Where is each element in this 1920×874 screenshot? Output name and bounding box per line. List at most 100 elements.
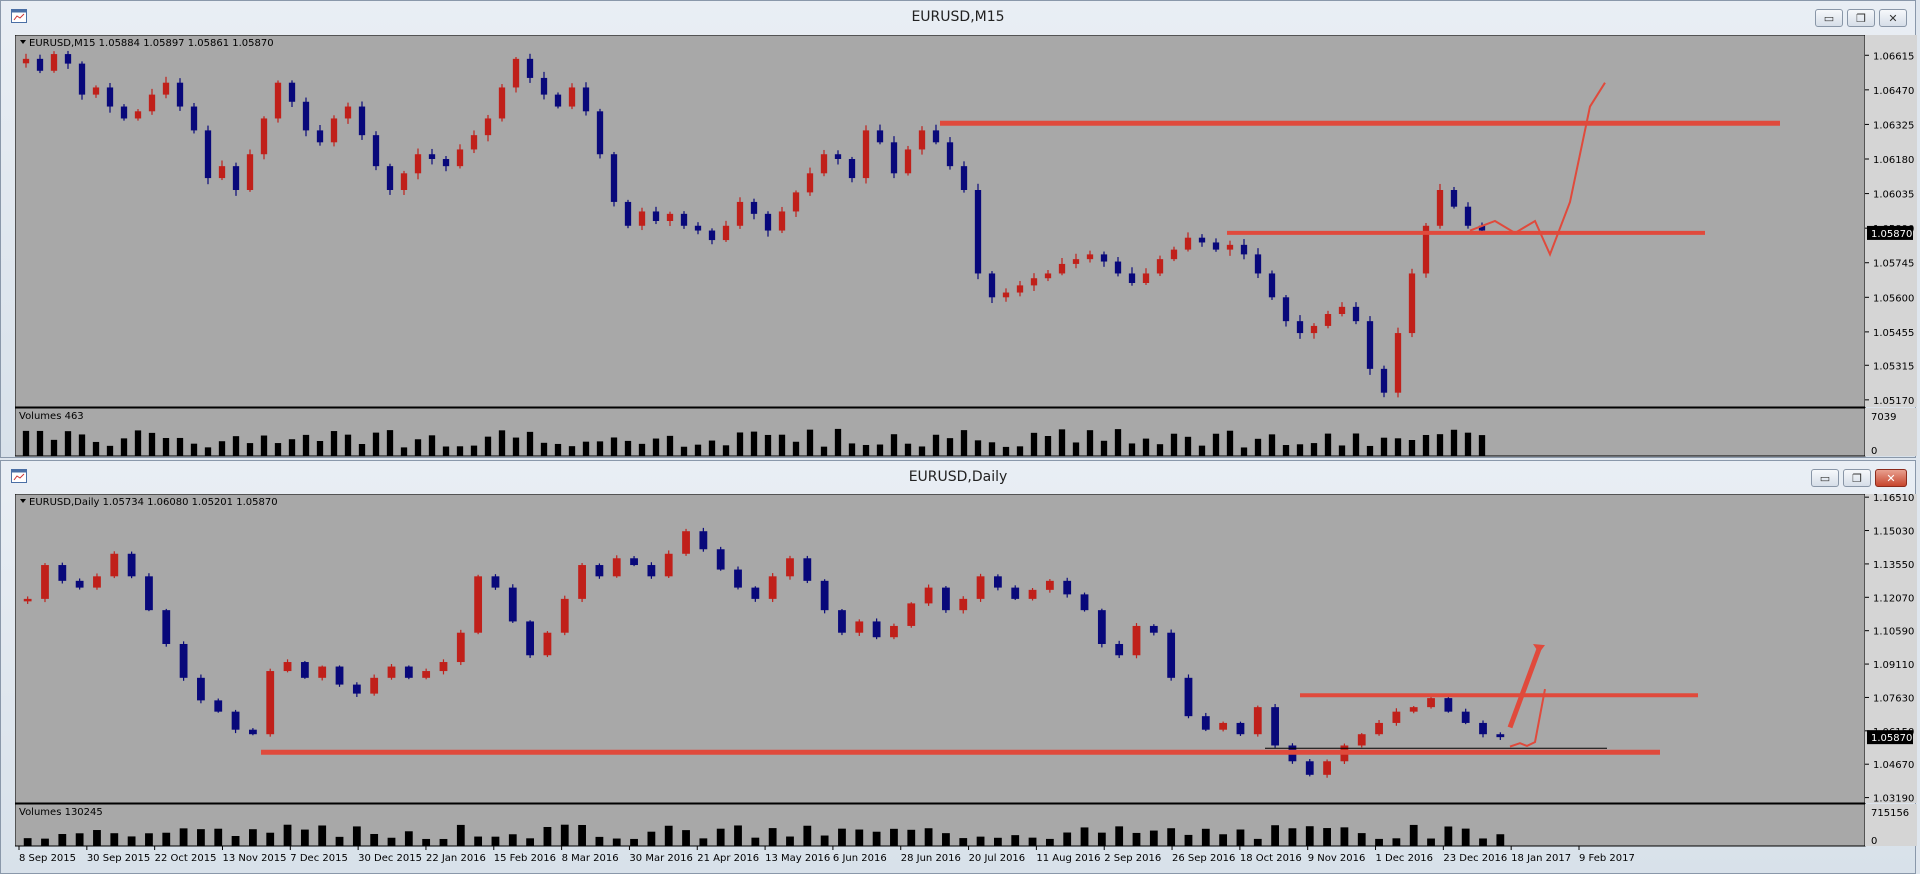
candle[interactable] <box>75 580 84 588</box>
candle[interactable] <box>302 101 310 131</box>
minimize-button[interactable]: ▭ <box>1811 469 1839 487</box>
candle[interactable] <box>1436 190 1444 226</box>
candle[interactable] <box>1167 632 1176 678</box>
candle[interactable] <box>554 94 562 107</box>
candle[interactable] <box>127 553 136 577</box>
candle[interactable] <box>666 213 674 221</box>
candle[interactable] <box>512 58 520 88</box>
candle[interactable] <box>1201 716 1210 730</box>
candle[interactable] <box>260 118 268 155</box>
candle[interactable] <box>1058 263 1066 274</box>
candle[interactable] <box>162 82 170 95</box>
window-titlebar[interactable]: EURUSD,M15 ▭ ❐ ✕ <box>1 1 1915 31</box>
candle[interactable] <box>803 558 812 581</box>
candle[interactable] <box>120 106 128 119</box>
candle[interactable] <box>1240 244 1248 255</box>
candle[interactable] <box>508 587 517 622</box>
candle[interactable] <box>924 587 933 604</box>
candle[interactable] <box>624 201 632 226</box>
candle[interactable] <box>1268 273 1276 298</box>
candle[interactable] <box>386 166 394 190</box>
candle[interactable] <box>92 87 100 95</box>
candle[interactable] <box>110 553 119 577</box>
candle[interactable] <box>682 531 690 554</box>
candle[interactable] <box>582 87 590 112</box>
candle[interactable] <box>792 192 800 212</box>
candle[interactable] <box>330 118 338 143</box>
candle[interactable] <box>946 142 954 167</box>
candle[interactable] <box>1427 698 1435 708</box>
candle[interactable] <box>610 154 618 202</box>
candle[interactable] <box>498 87 506 119</box>
candle[interactable] <box>491 576 500 588</box>
candle[interactable] <box>1366 321 1374 369</box>
maximize-button[interactable]: ❐ <box>1843 469 1871 487</box>
candle[interactable] <box>1380 368 1388 393</box>
candle[interactable] <box>768 576 777 599</box>
candle[interactable] <box>414 154 422 174</box>
candle[interactable] <box>612 558 621 577</box>
candle[interactable] <box>595 565 604 577</box>
price-chart-daily[interactable]: EURUSD,Daily 1.05734 1.06080 1.05201 1.0… <box>15 494 1917 872</box>
candle[interactable] <box>274 82 282 119</box>
candle[interactable] <box>959 598 968 611</box>
candle[interactable] <box>474 576 483 633</box>
window-titlebar[interactable]: EURUSD,Daily ▭ ❐ ✕ <box>1 461 1915 491</box>
price-panel[interactable] <box>15 494 1866 804</box>
candle[interactable] <box>316 130 324 143</box>
candle[interactable] <box>630 558 638 566</box>
candle[interactable] <box>1170 249 1178 260</box>
candle[interactable] <box>1226 244 1234 250</box>
candle[interactable] <box>58 565 67 581</box>
candle[interactable] <box>352 684 361 694</box>
chart-window-m15[interactable]: EURUSD,M15 ▭ ❐ ✕ EURUSD,M15 1.05884 1.05… <box>0 0 1917 458</box>
candle[interactable] <box>470 135 478 150</box>
candle[interactable] <box>1044 273 1052 279</box>
candle[interactable] <box>335 666 344 685</box>
candle[interactable] <box>652 211 660 221</box>
candle[interactable] <box>1461 711 1470 723</box>
candle[interactable] <box>197 677 205 701</box>
candle[interactable] <box>1011 587 1020 599</box>
candle[interactable] <box>751 587 760 599</box>
candle[interactable] <box>1097 610 1106 644</box>
candle[interactable] <box>540 77 548 95</box>
candle[interactable] <box>50 54 58 71</box>
candle[interactable] <box>876 130 884 143</box>
close-button[interactable]: ✕ <box>1879 9 1907 27</box>
candle[interactable] <box>1409 707 1418 712</box>
candle[interactable] <box>1394 333 1402 393</box>
price-chart-m15[interactable]: EURUSD,M15 1.05884 1.05897 1.05861 1.058… <box>15 35 1917 457</box>
candle[interactable] <box>288 82 296 102</box>
candle[interactable] <box>1444 698 1453 712</box>
candle[interactable] <box>78 63 86 95</box>
chart-window-daily[interactable]: EURUSD,Daily ▭ ❐ ✕ EURUSD,Daily 1.05734 … <box>0 460 1917 874</box>
candle[interactable] <box>1464 206 1472 226</box>
candle[interactable] <box>638 211 646 226</box>
candle[interactable] <box>190 106 198 131</box>
candle[interactable] <box>907 603 916 626</box>
candle[interactable] <box>93 576 101 588</box>
candle[interactable] <box>1045 580 1054 590</box>
candle[interactable] <box>1352 306 1360 322</box>
candle[interactable] <box>1114 261 1122 274</box>
candle[interactable] <box>1479 722 1487 735</box>
candle[interactable] <box>1323 761 1331 775</box>
candle[interactable] <box>988 273 996 298</box>
candle[interactable] <box>283 662 292 672</box>
candle[interactable] <box>145 576 153 611</box>
candle[interactable] <box>848 159 856 179</box>
candle[interactable] <box>904 149 912 174</box>
candle[interactable] <box>1184 677 1193 717</box>
candle[interactable] <box>344 106 352 119</box>
candle[interactable] <box>232 166 240 190</box>
maximize-button[interactable]: ❐ <box>1847 9 1875 27</box>
candle[interactable] <box>1338 306 1346 314</box>
candle[interactable] <box>764 213 772 231</box>
candle[interactable] <box>993 576 1002 588</box>
candle[interactable] <box>786 558 794 577</box>
candle[interactable] <box>560 598 569 633</box>
candle[interactable] <box>218 166 226 179</box>
candle[interactable] <box>526 58 534 78</box>
candle[interactable] <box>1392 711 1401 723</box>
